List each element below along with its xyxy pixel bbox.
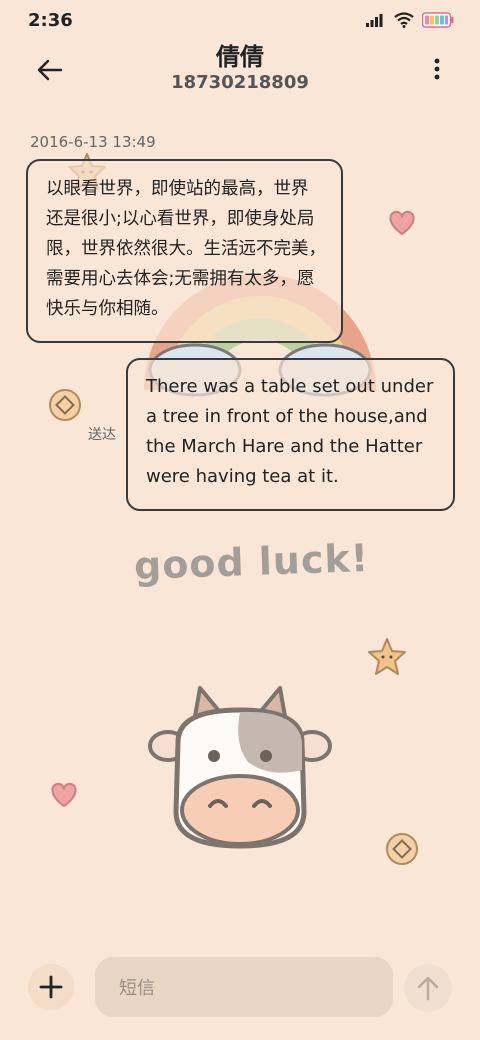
delivery-status: 送达 (88, 427, 116, 443)
good-luck-text: good luck! (133, 535, 370, 589)
message-line: were having tea at it. (146, 466, 339, 487)
message-line: a tree in front of the house,and (146, 406, 428, 427)
coin-icon (386, 833, 418, 865)
conversation-header: 倩倩 18730218809 (0, 42, 480, 102)
message-input-container[interactable] (95, 957, 393, 1019)
wifi-icon (394, 12, 414, 28)
composer-bar (0, 950, 480, 1030)
heart-icon (51, 782, 77, 808)
plus-icon (39, 975, 63, 999)
message-text: 以眼看世界，即使站的最高，世界 还是很小;以心看世界，即使身处局 限，世界依然很… (46, 174, 331, 324)
cow-illustration (148, 686, 332, 849)
message-input[interactable] (117, 957, 371, 1019)
add-attachment-button[interactable] (28, 964, 74, 1010)
star-icon (368, 638, 406, 675)
status-bar: 2:36 (0, 0, 480, 42)
message-line: the March Hare and the Hatter (146, 436, 423, 457)
more-options-button[interactable] (430, 56, 444, 86)
contact-info[interactable]: 倩倩 18730218809 (90, 42, 390, 94)
message-line: There was a table set out under (146, 376, 434, 397)
arrow-up-icon (417, 976, 439, 1001)
coin-icon (49, 389, 81, 421)
more-vertical-icon (434, 58, 440, 80)
message-timestamp: 2016-6-13 13:49 (30, 133, 156, 151)
message-line: 需要用心去体会;无需拥有太多，愿 (46, 269, 315, 289)
arrow-left-icon (37, 59, 63, 81)
signal-icon (366, 14, 383, 27)
message-line: 限，世界依然很大。生活远不完美， (46, 239, 326, 259)
message-line: 快乐与你相随。 (46, 299, 169, 319)
back-button[interactable] (30, 52, 70, 88)
heart-icon (389, 210, 415, 236)
message-text: There was a table set out under a tree i… (146, 372, 441, 492)
send-button[interactable] (404, 964, 452, 1012)
contact-number: 18730218809 (171, 72, 309, 93)
contact-name: 倩倩 (216, 43, 264, 71)
status-icons (366, 12, 454, 28)
incoming-message-bubble[interactable]: 以眼看世界，即使站的最高，世界 还是很小;以心看世界，即使身处局 限，世界依然很… (26, 159, 343, 343)
status-time: 2:36 (28, 10, 73, 31)
outgoing-message-bubble[interactable]: There was a table set out under a tree i… (126, 358, 455, 511)
message-line: 以眼看世界，即使站的最高，世界 (46, 179, 309, 199)
battery-icon (422, 12, 454, 28)
message-line: 还是很小;以心看世界，即使身处局 (46, 209, 315, 229)
